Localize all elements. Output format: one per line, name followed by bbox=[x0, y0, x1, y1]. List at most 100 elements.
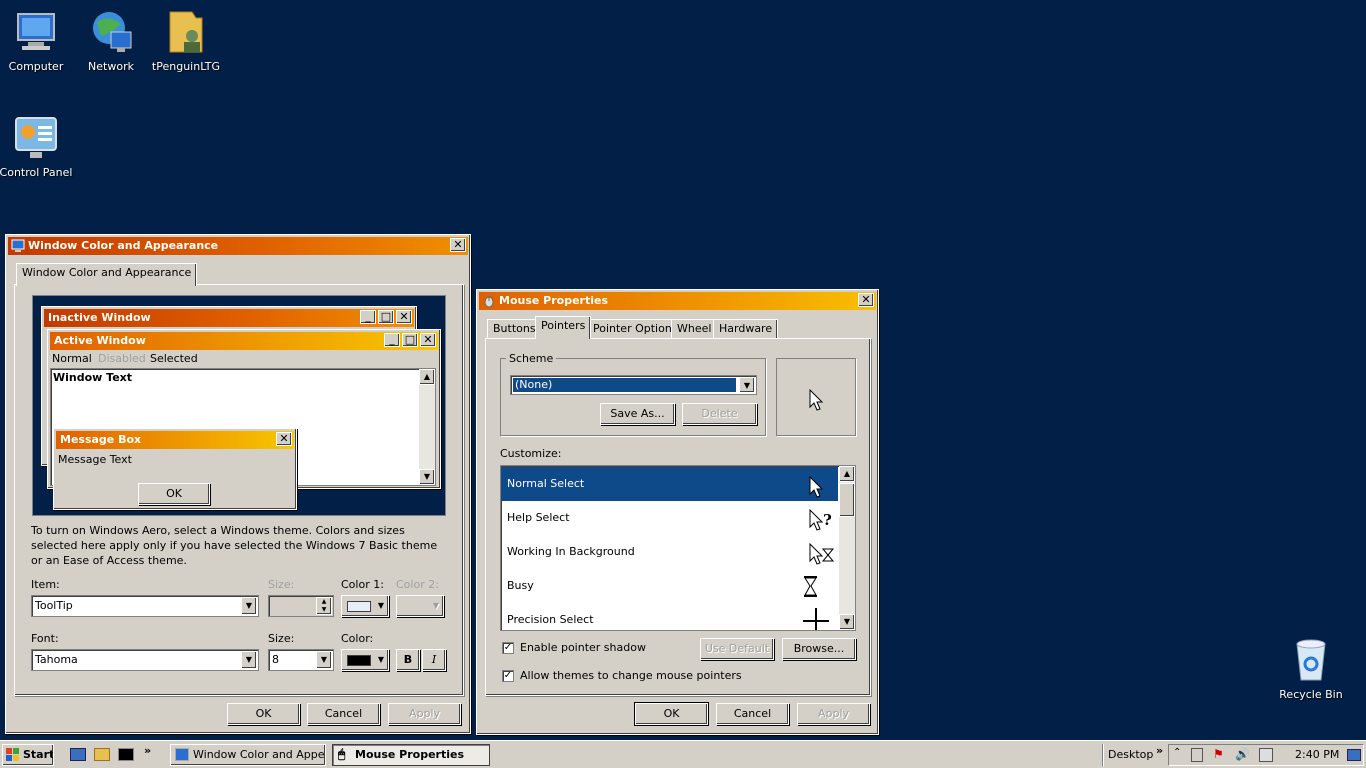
preview-active-titlebar: Active Window _ □ ✕ bbox=[50, 332, 438, 350]
pointer-row-normal-select[interactable]: Normal Select bbox=[501, 467, 838, 501]
network-status-icon[interactable] bbox=[1259, 748, 1273, 762]
show-desktop-icon[interactable] bbox=[70, 748, 86, 761]
apply-button[interactable]: Apply bbox=[388, 703, 461, 725]
scroll-up-icon[interactable]: ▲ bbox=[839, 466, 855, 482]
item-select[interactable]: ToolTip ▼ bbox=[31, 595, 259, 617]
minimize-icon: _ bbox=[360, 310, 376, 324]
cancel-button[interactable]: Cancel bbox=[307, 703, 380, 725]
chevron-down-icon[interactable]: ▼ bbox=[241, 651, 257, 669]
italic-button[interactable]: I bbox=[422, 649, 446, 671]
desktop-toolbar-label[interactable]: Desktop bbox=[1108, 748, 1153, 761]
quick-launch-chevron-icon[interactable]: » bbox=[144, 744, 151, 757]
mouse-titlebar[interactable]: Mouse Properties ✕ bbox=[479, 292, 876, 310]
tab-pointers[interactable]: Pointers bbox=[535, 316, 592, 339]
chevron-down-icon: ▼ bbox=[377, 601, 384, 610]
chevron-down-icon[interactable]: ▼ bbox=[241, 597, 257, 615]
desktop-icon-label: tPenguinLTG bbox=[151, 60, 221, 73]
pointer-list[interactable]: Normal Select Help Select ? Working In B… bbox=[500, 465, 856, 631]
pointer-row-help-select[interactable]: Help Select ? bbox=[501, 501, 838, 535]
mouse-title: Mouse Properties bbox=[499, 294, 609, 307]
tab-label: Hardware bbox=[719, 322, 773, 335]
desktop-icon-network[interactable]: Network bbox=[73, 8, 149, 73]
display-icon bbox=[175, 748, 189, 761]
bold-button[interactable]: B bbox=[396, 649, 420, 671]
apply-button[interactable]: Apply bbox=[797, 703, 870, 725]
font-size-value: 8 bbox=[272, 653, 279, 666]
preview-window-text: Window Text bbox=[53, 371, 133, 384]
ok-button[interactable]: OK bbox=[227, 703, 300, 725]
chevron-down-icon[interactable]: ▼ bbox=[316, 651, 332, 669]
wca-titlebar[interactable]: Window Color and Appearance ✕ bbox=[8, 237, 468, 255]
tab-window-color-appearance[interactable]: Window Color and Appearance bbox=[16, 263, 198, 286]
close-icon[interactable]: ✕ bbox=[450, 238, 466, 252]
enable-shadow-label: Enable pointer shadow bbox=[520, 641, 646, 654]
chevron-down-icon[interactable]: ▼ bbox=[739, 377, 755, 393]
desktop-icon-computer[interactable]: Computer bbox=[0, 8, 74, 73]
font-color-label: Color: bbox=[341, 632, 374, 645]
close-icon: ✕ bbox=[276, 432, 292, 446]
tab-buttons[interactable]: Buttons bbox=[487, 319, 542, 339]
tab-hardware[interactable]: Hardware bbox=[713, 319, 779, 339]
tab-label: Pointers bbox=[541, 319, 586, 332]
hourglass-icon bbox=[804, 576, 817, 597]
wca-tab-panel: Inactive Window _ □ ✕ Active Window _ □ … bbox=[14, 284, 464, 696]
font-color-picker[interactable]: ▼ bbox=[341, 649, 389, 671]
delete-button[interactable]: Delete bbox=[682, 403, 757, 425]
tab-label: Buttons bbox=[493, 322, 536, 335]
desktop-toolbar-chevron-icon[interactable]: » bbox=[1156, 744, 1163, 757]
task-window-color-appearance[interactable]: Window Color and Appe... bbox=[170, 744, 326, 766]
font-size-select[interactable]: 8 ▼ bbox=[268, 649, 334, 671]
scroll-thumb[interactable] bbox=[839, 483, 855, 517]
desktop-icon-control-panel[interactable]: Control Panel bbox=[0, 114, 74, 179]
start-button[interactable]: Start bbox=[2, 744, 54, 766]
preview-inactive-titlebar: Inactive Window _ □ ✕ bbox=[44, 309, 414, 327]
show-hidden-icons-icon[interactable]: ⌃ bbox=[1173, 747, 1181, 758]
desktop-icon-user-folder[interactable]: tPenguinLTG bbox=[148, 8, 224, 73]
allow-themes-checkbox[interactable]: ✓ bbox=[502, 670, 514, 682]
pointer-row-working-in-background[interactable]: Working In Background bbox=[501, 535, 838, 569]
color1-label: Color 1: bbox=[341, 578, 384, 591]
tab-wheel[interactable]: Wheel bbox=[671, 319, 718, 339]
pointer-row-busy[interactable]: Busy bbox=[501, 569, 838, 603]
color1-picker[interactable]: ▼ bbox=[341, 595, 389, 617]
ok-button[interactable]: OK bbox=[634, 702, 709, 726]
chevron-down-icon: ▼ bbox=[432, 601, 439, 610]
desktop-icon-recycle-bin[interactable]: Recycle Bin bbox=[1273, 636, 1349, 701]
pointer-row-precision-select[interactable]: Precision Select bbox=[501, 603, 838, 630]
svg-text:?: ? bbox=[823, 511, 832, 529]
action-center-icon[interactable]: ⚑ bbox=[1213, 747, 1224, 761]
use-default-button[interactable]: Use Default bbox=[700, 638, 774, 660]
close-icon[interactable]: ✕ bbox=[858, 293, 874, 307]
font-select[interactable]: Tahoma ▼ bbox=[31, 649, 259, 671]
task-mouse-properties[interactable]: 🖱 Mouse Properties bbox=[332, 744, 490, 766]
show-desktop-button-icon[interactable] bbox=[1347, 749, 1361, 761]
clock[interactable]: 2:40 PM bbox=[1295, 748, 1339, 761]
browse-button[interactable]: Browse... bbox=[782, 638, 856, 660]
save-as-button[interactable]: Save As... bbox=[600, 403, 675, 425]
color2-label: Color 2: bbox=[396, 578, 439, 591]
computer-icon bbox=[12, 8, 60, 56]
pointer-name: Precision Select bbox=[507, 613, 594, 626]
scheme-select-value: (None) bbox=[512, 377, 737, 393]
explorer-icon[interactable] bbox=[94, 748, 110, 761]
pointer-list-scrollbar[interactable]: ▲ ▼ bbox=[839, 466, 855, 630]
preview-message-box: Message Box ✕ Message Text OK bbox=[53, 428, 297, 510]
scroll-down-icon: ▼ bbox=[419, 469, 435, 485]
cancel-button[interactable]: Cancel bbox=[716, 703, 789, 725]
scheme-select[interactable]: (None) ▼ bbox=[510, 375, 757, 395]
volume-icon[interactable]: 🔊 bbox=[1235, 747, 1250, 761]
command-prompt-icon[interactable] bbox=[118, 748, 134, 761]
tab-pointer-options[interactable]: Pointer Options bbox=[587, 319, 684, 339]
enable-shadow-checkbox[interactable]: ✓ bbox=[502, 642, 514, 654]
removable-device-icon[interactable] bbox=[1191, 748, 1203, 762]
pointer-name: Help Select bbox=[507, 511, 570, 524]
preview-menu-disabled: Disabled bbox=[98, 352, 146, 365]
task-label: Window Color and Appe... bbox=[193, 748, 326, 761]
scroll-down-icon[interactable]: ▼ bbox=[839, 614, 855, 630]
desktop-icon-label: Recycle Bin bbox=[1279, 688, 1343, 701]
spinner-icon[interactable]: ▲ ▼ bbox=[316, 597, 332, 615]
color2-picker[interactable]: ▼ bbox=[396, 595, 444, 617]
taskbar: Start » Window Color and Appe... 🖱 Mouse… bbox=[0, 740, 1366, 768]
item-size-stepper[interactable]: ▲ ▼ bbox=[268, 595, 334, 617]
preview-msgbox-title: Message Box bbox=[60, 433, 142, 446]
